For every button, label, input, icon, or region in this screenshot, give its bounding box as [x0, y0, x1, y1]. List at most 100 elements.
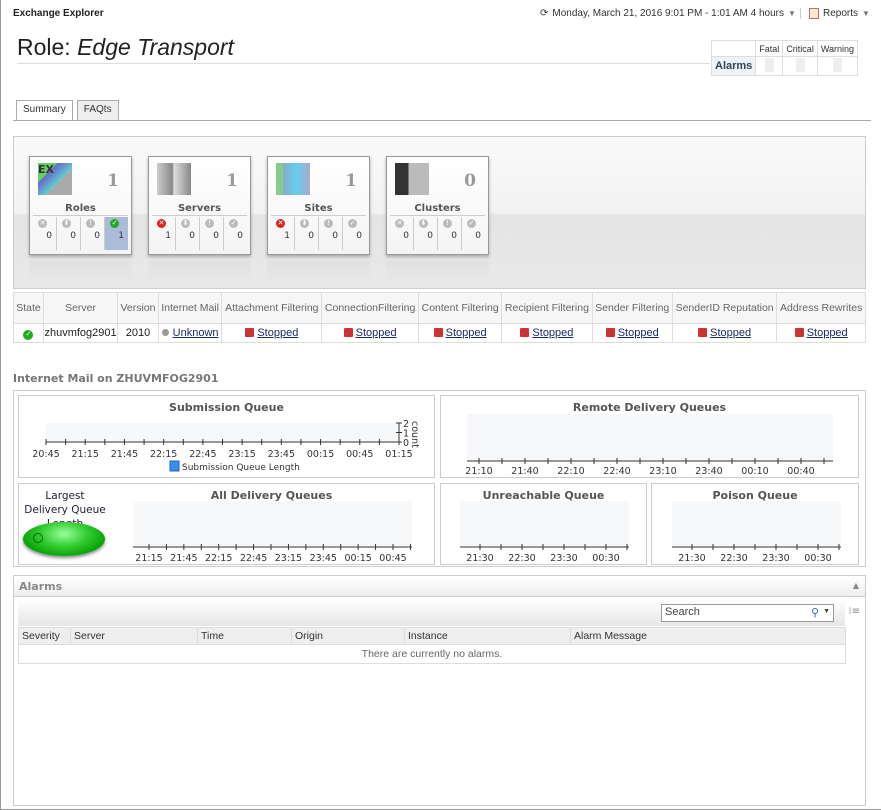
charts-panel: Submission Queue 20:45 21:15 21:45 22:15 22:4…: [13, 390, 866, 567]
state-count: 0: [213, 231, 219, 241]
critical-count[interactable]: [782, 56, 818, 76]
search-input[interactable]: Search ⚲ ▼: [661, 604, 834, 622]
column-header[interactable]: SenderID Reputation: [671, 292, 778, 324]
state-count-fatal[interactable]: ✕ 0: [33, 217, 57, 250]
x-tick-label: 22:15: [205, 553, 232, 564]
state-count-normal[interactable]: ✓ 0: [343, 217, 366, 250]
column-header[interactable]: ConnectionFiltering: [321, 292, 420, 324]
alarm-column-header[interactable]: Server: [70, 627, 198, 645]
chart-svg: 21:30 22:30 23:30 00:30: [460, 501, 629, 564]
stopped-icon: [698, 328, 708, 337]
service-status-link[interactable]: Stopped: [618, 327, 659, 339]
column-header[interactable]: Attachment Filtering: [221, 292, 323, 324]
state-count: 0: [451, 231, 457, 241]
state-count-fatal[interactable]: ✕ 1: [152, 217, 176, 250]
alarm-column-header[interactable]: Severity: [18, 627, 71, 645]
state-count-critical[interactable]: ⬇ 0: [414, 217, 438, 250]
tile-roles[interactable]: EX 1 Roles ✕ 0 ⬇ 0! 0 ✓ 1: [29, 156, 132, 255]
x-tick-label: 22:45: [240, 553, 267, 564]
y-axis-label: count: [409, 421, 420, 448]
column-chooser-icon[interactable]: ⁝≡: [848, 606, 860, 617]
state-count-normal[interactable]: ✓ 0: [462, 217, 485, 250]
column-header[interactable]: Content Filtering: [418, 292, 503, 324]
tab-bar: Summary FAQts: [16, 100, 119, 121]
chart-svg: 21:10 21:40 22:10 22:40 23:10 23:40 00:10 00:40: [465, 414, 833, 477]
service-status-link[interactable]: Stopped: [807, 327, 848, 339]
alarm-column-header[interactable]: Alarm Message: [570, 627, 846, 645]
state-count: 0: [308, 231, 314, 241]
service-status-link[interactable]: Stopped: [710, 327, 751, 339]
x-tick-label: 23:45: [268, 449, 295, 460]
plot-area: [467, 414, 833, 461]
state-count-warning[interactable]: ! 0: [438, 217, 462, 250]
version-cell: 2010: [117, 323, 159, 343]
tile-reflection: [148, 261, 251, 283]
alarm-column-header[interactable]: Instance: [404, 627, 571, 645]
warning-icon: !: [205, 219, 214, 228]
column-header[interactable]: State: [13, 292, 44, 324]
critical-icon: ⬇: [300, 219, 309, 228]
tab-summary[interactable]: Summary: [16, 100, 73, 121]
fatal-count[interactable]: [755, 56, 784, 76]
chevron-down-icon: ▼: [788, 9, 796, 18]
service-status-link[interactable]: Stopped: [257, 327, 298, 339]
reports-button[interactable]: Reports ▼: [800, 8, 870, 19]
time-range-selector[interactable]: ⟳ Monday, March 21, 2016 9:01 PM - 1:01 …: [540, 8, 796, 19]
search-icon[interactable]: ⚲: [811, 606, 819, 619]
state-count-warning[interactable]: ! 0: [81, 217, 105, 250]
alarms-panel-header[interactable]: Alarms ▲: [14, 576, 865, 597]
chevron-down-icon[interactable]: ▼: [823, 608, 830, 615]
state-count-normal[interactable]: ✓ 0: [224, 217, 247, 250]
alarm-column-header[interactable]: Time: [197, 627, 292, 645]
state-count-warning[interactable]: ! 0: [319, 217, 343, 250]
fatal-icon: ✕: [395, 219, 404, 228]
state-count: 0: [237, 231, 243, 241]
state-count-normal[interactable]: ✓ 1: [105, 217, 128, 250]
column-header[interactable]: Internet Mail: [157, 292, 223, 324]
column-header[interactable]: Recipient Filtering: [501, 292, 593, 324]
legend-label: Submission Queue Length: [182, 463, 300, 473]
tile-clusters[interactable]: 0 Clusters ✕ 0 ⬇ 0! 0 ✓ 0: [386, 156, 489, 255]
alarms-panel: Alarms ▲ Search ⚲ ▼ ⁝≡ Severity Server Time Or…: [13, 575, 866, 806]
column-header[interactable]: Address Rewrites: [776, 292, 866, 324]
column-header[interactable]: Version: [117, 292, 159, 324]
tab-faqts[interactable]: FAQts: [76, 100, 119, 120]
x-tick-label: 23:30: [550, 553, 577, 564]
servers-icon: [157, 163, 191, 195]
state-count-warning[interactable]: ! 0: [200, 217, 224, 250]
internet-mail-link[interactable]: Unknown: [173, 327, 219, 339]
column-header[interactable]: Server: [42, 292, 119, 324]
x-tick-label: 23:30: [762, 553, 789, 564]
normal-icon: ✓: [23, 329, 34, 340]
collapse-icon[interactable]: ▲: [853, 581, 859, 590]
x-tick-label: 21:10: [465, 466, 492, 477]
stopped-icon: [605, 328, 615, 337]
chevron-down-icon: ▼: [862, 9, 870, 18]
state-count: 1: [284, 231, 290, 241]
service-status-link[interactable]: Stopped: [356, 327, 397, 339]
tile-count: 0: [464, 171, 476, 191]
state-count-critical[interactable]: ⬇ 0: [57, 217, 81, 250]
column-header[interactable]: Sender Filtering: [591, 292, 673, 324]
state-count-fatal[interactable]: ✕ 1: [271, 217, 295, 250]
state-count-critical[interactable]: ⬇ 0: [176, 217, 200, 250]
fatal-header: Fatal: [755, 40, 784, 57]
x-tick-label: 22:30: [720, 553, 747, 564]
service-status-link[interactable]: Stopped: [446, 327, 487, 339]
time-range-text: Monday, March 21, 2016 9:01 PM - 1:01 AM…: [552, 8, 784, 19]
section-title: Internet Mail on ZHUVMFOG2901: [13, 372, 219, 385]
plot-area: [460, 501, 629, 547]
critical-header: Critical: [782, 40, 818, 57]
warning-count[interactable]: [816, 56, 859, 76]
state-count-critical[interactable]: ⬇ 0: [295, 217, 319, 250]
state-count: 1: [118, 231, 124, 241]
tile-sites[interactable]: 1 Sites ✕ 1 ⬇ 0! 0 ✓ 0: [267, 156, 370, 255]
service-status-link[interactable]: Stopped: [532, 327, 573, 339]
poison-queue-chart: Poison Queue 21:30 22:30 23:30 00:30: [651, 483, 859, 565]
tile-servers[interactable]: 1 Servers ✕ 1 ⬇ 0! 0 ✓ 0: [148, 156, 251, 255]
state-count-fatal[interactable]: ✕ 0: [390, 217, 414, 250]
chart-svg: 20:45 21:15 21:45 22:15 22:45 23:15 23:45 00:15…: [32, 419, 420, 473]
unknown-icon: [161, 329, 169, 336]
stopped-icon: [343, 328, 353, 337]
alarm-column-header[interactable]: Origin: [291, 627, 405, 645]
